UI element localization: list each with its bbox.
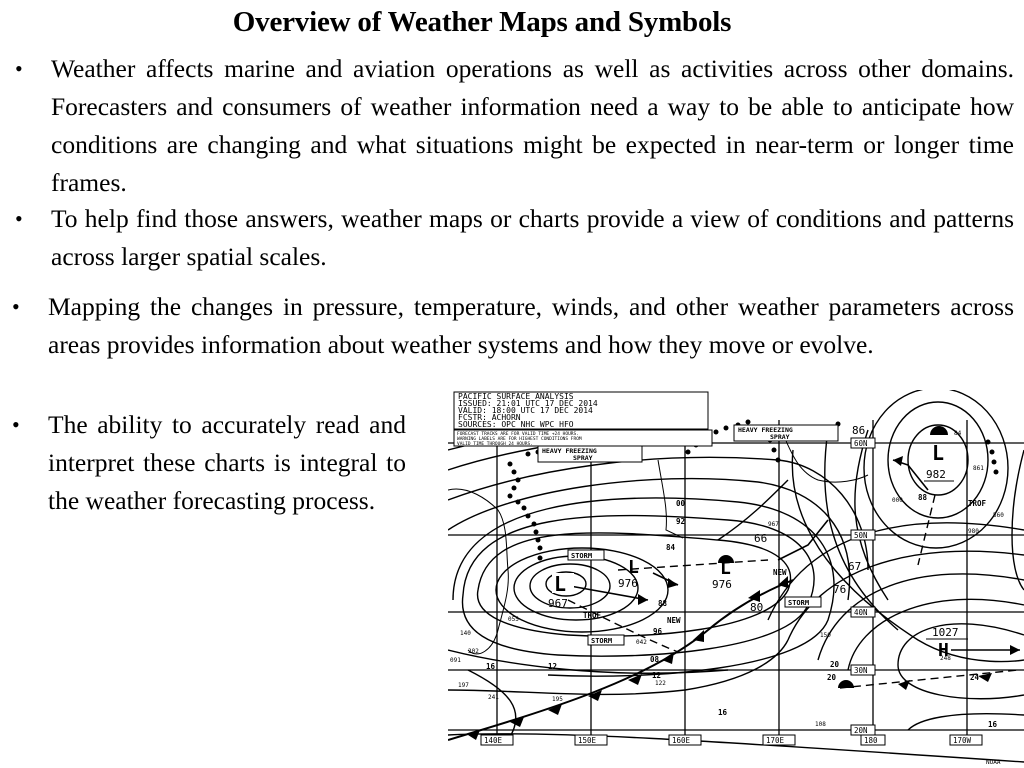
bullet-item: • Weather affects marine and aviation op…: [15, 50, 1014, 202]
svg-text:560: 560: [993, 512, 1004, 519]
slide-title: Overview of Weather Maps and Symbols: [232, 6, 732, 38]
svg-text:122: 122: [655, 680, 666, 687]
svg-text:L: L: [932, 441, 944, 465]
header-line5: SOURCES: OPC NHC WPC HFO: [458, 420, 574, 429]
svg-text:248: 248: [940, 655, 951, 662]
svg-text:84: 84: [666, 543, 676, 552]
svg-text:042: 042: [636, 639, 647, 646]
notice-line3: VALID TIME THROUGH 24 HOURS.: [457, 441, 533, 447]
svg-text:108: 108: [815, 721, 826, 728]
warning-label-storm1: STORM: [567, 549, 605, 561]
svg-text:967: 967: [548, 597, 568, 610]
svg-text:16: 16: [486, 662, 496, 671]
bullet-dot: •: [12, 412, 20, 437]
svg-text:982: 982: [926, 468, 946, 481]
svg-text:08: 08: [650, 655, 660, 664]
svg-text:170E: 170E: [766, 736, 785, 745]
svg-text:967: 967: [768, 521, 779, 528]
svg-text:L: L: [720, 558, 731, 579]
svg-text:86: 86: [852, 424, 865, 437]
svg-text:88: 88: [918, 493, 928, 502]
svg-text:NEW: NEW: [773, 568, 787, 577]
warning-label-hfs1: HEAVY FREEZING SPRAY: [537, 445, 643, 463]
bullet-text: To help find those answers, weather maps…: [51, 204, 1014, 271]
bullet-dot: •: [15, 56, 23, 81]
svg-text:976: 976: [712, 578, 732, 591]
svg-text:STORM: STORM: [788, 599, 809, 607]
svg-text:16: 16: [988, 720, 998, 729]
bullet-text: Mapping the changes in pressure, tempera…: [48, 292, 1014, 359]
warning-label-storm3: STORM: [784, 596, 822, 608]
svg-text:88: 88: [658, 599, 668, 608]
surface-analysis-map: PACIFIC SURFACE ANALYSIS ISSUED: 21:01 U…: [448, 390, 1024, 768]
svg-text:67: 67: [848, 560, 861, 573]
svg-text:180: 180: [864, 736, 878, 745]
svg-text:000: 000: [892, 497, 903, 504]
svg-text:150E: 150E: [578, 736, 597, 745]
bullet-dot: •: [12, 294, 20, 319]
svg-text:STORM: STORM: [591, 637, 612, 645]
svg-text:60N: 60N: [854, 439, 868, 448]
svg-text:30N: 30N: [854, 666, 868, 675]
svg-text:980: 980: [968, 528, 979, 535]
svg-text:1027: 1027: [932, 626, 959, 639]
bullet-item: • The ability to accurately read and int…: [12, 406, 406, 520]
svg-text:12: 12: [548, 662, 557, 671]
svg-text:96: 96: [653, 627, 663, 636]
warning-label-storm2: STORM: [587, 634, 625, 646]
svg-text:TROF: TROF: [583, 611, 602, 620]
svg-text:976: 976: [618, 577, 638, 590]
svg-text:195: 195: [552, 696, 563, 703]
svg-text:055: 055: [508, 616, 519, 623]
svg-text:202: 202: [468, 648, 479, 655]
svg-text:20: 20: [830, 660, 840, 669]
svg-text:091: 091: [450, 657, 461, 664]
svg-text:197: 197: [458, 682, 469, 689]
svg-text:40N: 40N: [854, 608, 868, 617]
svg-text:861: 861: [973, 465, 984, 472]
bullet-text: Weather affects marine and aviation oper…: [51, 54, 1014, 197]
credit-label: NOAA: [986, 759, 1001, 766]
bullet-item: • Mapping the changes in pressure, tempe…: [12, 288, 1014, 364]
svg-text:16: 16: [718, 708, 728, 717]
svg-text:12: 12: [652, 671, 661, 680]
svg-text:160E: 160E: [672, 736, 691, 745]
svg-text:20N: 20N: [854, 726, 868, 735]
svg-text:140E: 140E: [484, 736, 503, 745]
svg-text:L: L: [554, 572, 566, 596]
svg-text:SPRAY: SPRAY: [573, 454, 593, 462]
svg-text:170W: 170W: [953, 736, 972, 745]
bullet-dot: •: [15, 206, 23, 231]
svg-text:92: 92: [676, 517, 685, 526]
svg-text:76: 76: [833, 583, 846, 596]
svg-text:80: 80: [750, 601, 763, 614]
svg-text:TROF: TROF: [968, 499, 987, 508]
svg-text:150: 150: [820, 632, 831, 639]
svg-text:20: 20: [827, 673, 837, 682]
svg-text:241: 241: [488, 694, 499, 701]
warning-label-hfs2: HEAVY FREEZING SPRAY: [733, 424, 839, 442]
svg-text:84: 84: [954, 430, 962, 437]
chart-header: PACIFIC SURFACE ANALYSIS ISSUED: 21:01 U…: [453, 391, 713, 447]
svg-text:00: 00: [676, 499, 686, 508]
svg-text:140: 140: [460, 630, 471, 637]
bullet-item: • To help find those answers, weather ma…: [15, 200, 1014, 276]
svg-text:NEW: NEW: [667, 616, 681, 625]
svg-text:STORM: STORM: [571, 552, 592, 560]
svg-text:24: 24: [970, 673, 980, 682]
svg-text:50N: 50N: [854, 531, 868, 540]
svg-text:66: 66: [754, 532, 767, 545]
svg-text:L: L: [628, 557, 639, 578]
bullet-text: The ability to accurately read and inter…: [48, 410, 406, 515]
svg-text:SPRAY: SPRAY: [770, 433, 790, 441]
